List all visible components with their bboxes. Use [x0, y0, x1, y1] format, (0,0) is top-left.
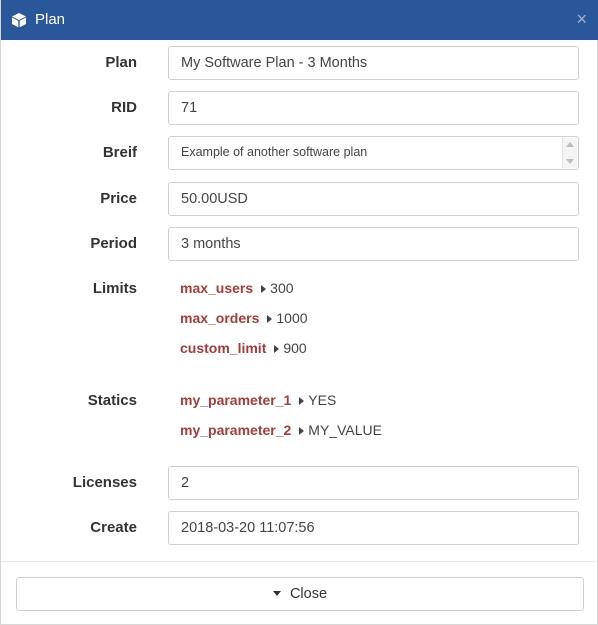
price-label: Price [100, 190, 137, 207]
caret-right-icon [299, 396, 305, 405]
create-field[interactable]: 2018-03-20 11:07:56 [168, 511, 579, 545]
static-value: MY_VALUE [308, 422, 382, 438]
textarea-scrollbar[interactable] [562, 138, 577, 168]
create-label: Create [90, 519, 137, 536]
limit-value: 300 [270, 280, 294, 296]
brief-text: Example of another software plan [181, 145, 368, 159]
static-item: my_parameter_2 MY_VALUE [180, 422, 382, 438]
static-key: my_parameter_1 [180, 392, 292, 408]
static-key: my_parameter_2 [180, 422, 292, 438]
licenses-field[interactable]: 2 [168, 466, 579, 500]
cube-icon [11, 12, 27, 28]
caret-right-icon [261, 284, 267, 293]
limit-value: 1000 [276, 310, 308, 326]
caret-right-icon [267, 314, 273, 323]
statics-label: Statics [87, 392, 137, 409]
scroll-down-icon[interactable] [566, 159, 574, 164]
title-bar: Plan × [1, 0, 598, 40]
brief-label: Breif [102, 144, 137, 161]
caret-down-icon [272, 590, 281, 596]
period-field[interactable]: 3 months [168, 227, 579, 261]
plan-label: Plan [105, 54, 137, 71]
close-button-label: Close [289, 586, 328, 602]
limit-item: custom_limit 900 [180, 340, 307, 356]
plan-field[interactable]: My Software Plan - 3 Months [168, 46, 579, 80]
limit-item: max_users 300 [180, 280, 294, 296]
plan-dialog: Plan × Plan My Software Plan - 3 Months … [0, 0, 598, 625]
rid-label: RID [111, 99, 137, 116]
close-button[interactable]: Close [16, 577, 584, 611]
close-icon[interactable]: × [576, 9, 587, 29]
licenses-label: Licenses [72, 474, 137, 491]
limit-key: max_users [180, 280, 254, 296]
scroll-up-icon[interactable] [566, 142, 574, 147]
limit-key: max_orders [180, 310, 260, 326]
dialog-title: Plan [35, 11, 66, 28]
limit-key: custom_limit [180, 340, 267, 356]
period-label: Period [90, 235, 137, 252]
caret-right-icon [274, 344, 280, 353]
limit-item: max_orders 1000 [180, 310, 308, 326]
static-value: YES [308, 392, 337, 408]
rid-field[interactable]: 71 [168, 91, 579, 125]
brief-textarea[interactable]: Example of another software plan [168, 136, 579, 170]
static-item: my_parameter_1 YES [180, 392, 336, 408]
price-field[interactable]: 50.00USD [168, 182, 579, 216]
limits-label: Limits [92, 280, 137, 297]
caret-right-icon [299, 426, 305, 435]
footer-divider [1, 561, 598, 562]
limit-value: 900 [283, 340, 307, 356]
